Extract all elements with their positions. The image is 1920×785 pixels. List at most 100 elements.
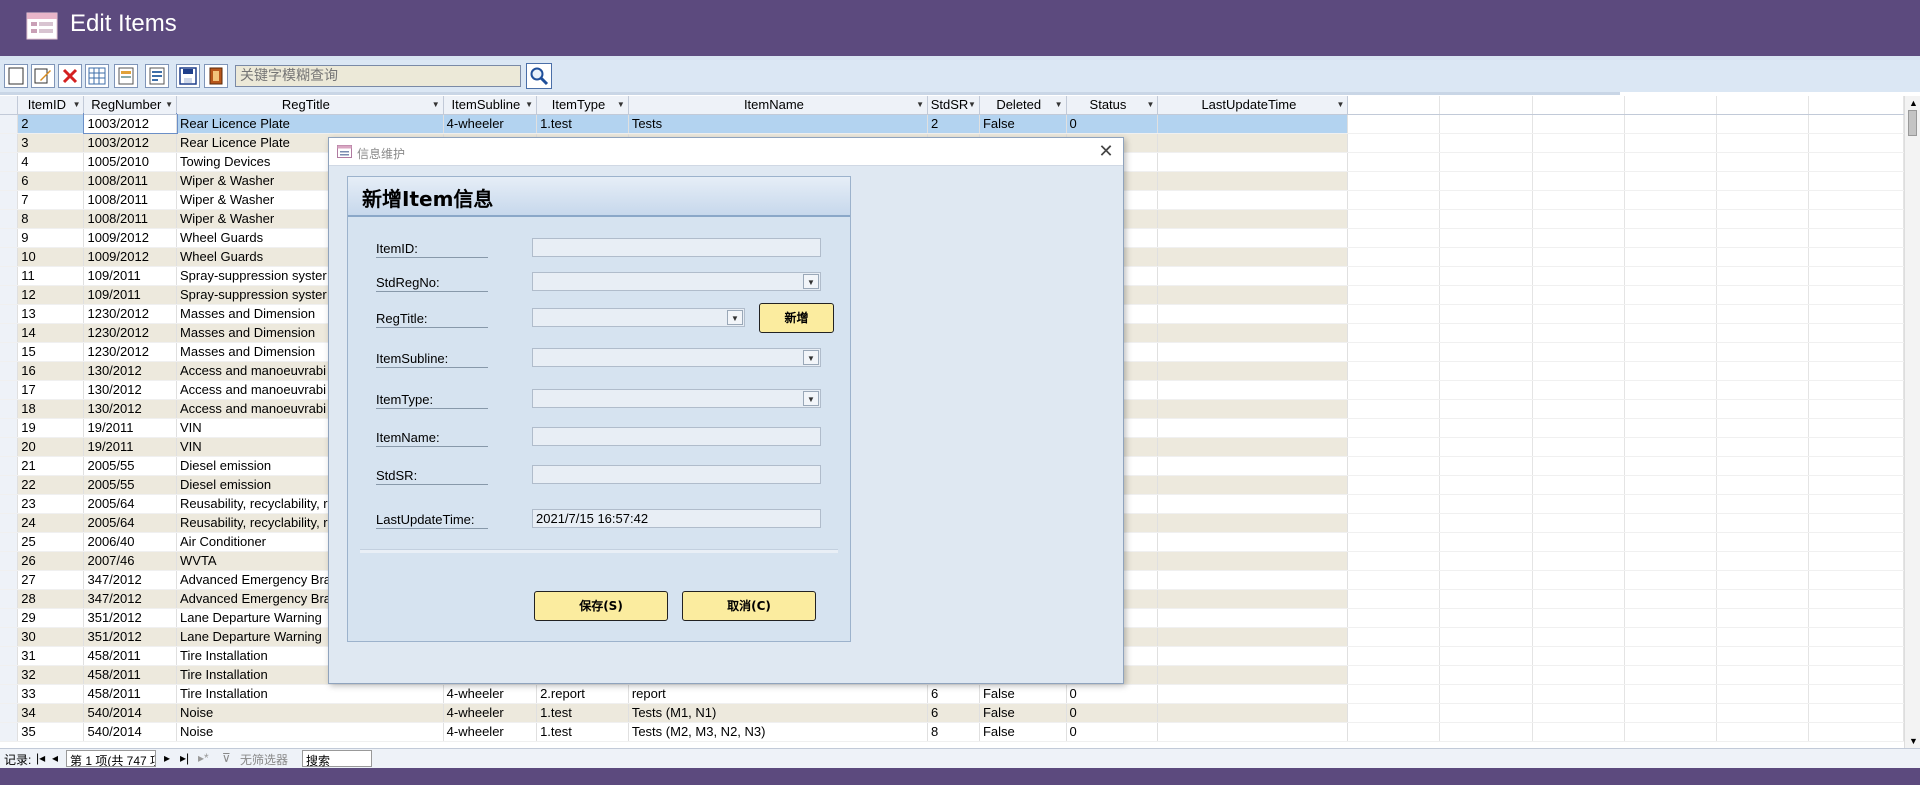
table-cell-itemtype[interactable]: 1.test [536, 722, 629, 742]
row-selector[interactable] [0, 475, 19, 495]
table-cell-itemid[interactable]: 12 [17, 285, 85, 305]
table-cell-lastupdatetime[interactable] [1157, 703, 1349, 723]
row-selector[interactable] [0, 703, 19, 723]
table-cell-regnumber[interactable]: 19/2011 [83, 437, 178, 457]
last-update-time-field[interactable] [532, 509, 821, 528]
table-cell-regnumber[interactable]: 1008/2011 [83, 171, 178, 191]
column-filter-dropdown-icon[interactable]: ▼ [617, 100, 625, 109]
row-selector[interactable] [0, 266, 19, 286]
table-cell-itemid[interactable]: 35 [17, 722, 85, 742]
row-selector[interactable] [0, 190, 19, 210]
column-header-itemid[interactable]: ItemID ▼ [17, 96, 85, 115]
row-selector[interactable] [0, 456, 19, 476]
table-cell-lastupdatetime[interactable] [1157, 494, 1349, 514]
table-cell-regnumber[interactable]: 2005/64 [83, 513, 178, 533]
chevron-down-icon[interactable]: ▼ [803, 274, 819, 289]
close-icon[interactable]: ✕ [1095, 140, 1117, 162]
row-selector[interactable] [0, 323, 19, 343]
table-cell-lastupdatetime[interactable] [1157, 532, 1349, 552]
table-cell-deleted[interactable]: False [979, 114, 1067, 134]
column-header-stdsr[interactable]: StdSR ▼ [927, 96, 980, 115]
std-sr-field[interactable] [532, 465, 821, 484]
table-cell-itemid[interactable]: 10 [17, 247, 85, 267]
row-selector[interactable] [0, 380, 19, 400]
table-cell-lastupdatetime[interactable] [1157, 475, 1349, 495]
table-cell-deleted[interactable]: False [979, 722, 1067, 742]
table-cell-lastupdatetime[interactable] [1157, 342, 1349, 362]
grid-view-icon[interactable] [85, 64, 109, 88]
table-cell-itemid[interactable]: 22 [17, 475, 85, 495]
table-cell-lastupdatetime[interactable] [1157, 570, 1349, 590]
report-icon[interactable] [145, 64, 169, 88]
row-selector[interactable] [0, 152, 19, 172]
table-cell-lastupdatetime[interactable] [1157, 646, 1349, 666]
table-cell-regnumber[interactable]: 1009/2012 [83, 228, 178, 248]
table-cell-regnumber[interactable]: 1008/2011 [83, 209, 178, 229]
column-header-itemsubline[interactable]: ItemSubline ▼ [443, 96, 538, 115]
table-cell-status[interactable]: 0 [1066, 114, 1159, 134]
table-cell-regnumber[interactable]: 19/2011 [83, 418, 178, 438]
table-cell-lastupdatetime[interactable] [1157, 304, 1349, 324]
table-cell-itemid[interactable]: 20 [17, 437, 85, 457]
table-cell-status[interactable]: 0 [1066, 684, 1159, 704]
table-row[interactable]: 33 458/2011 Tire Installation 4-wheeler 2.re… [0, 684, 1904, 704]
column-header-regnumber[interactable]: RegNumber ▼ [83, 96, 178, 115]
table-cell-lastupdatetime[interactable] [1157, 627, 1349, 647]
status-search-box[interactable]: 搜索 [302, 750, 372, 768]
column-filter-dropdown-icon[interactable]: ▼ [1336, 100, 1344, 109]
table-cell-lastupdatetime[interactable] [1157, 323, 1349, 343]
chevron-down-icon[interactable]: ▼ [803, 391, 819, 406]
save-button[interactable]: 保存(S) [534, 591, 668, 621]
table-cell-regnumber[interactable]: 1003/2012 [82, 113, 178, 134]
add-reg-title-button[interactable]: 新增 [759, 303, 834, 333]
table-cell-regtitle[interactable]: Noise [176, 722, 444, 742]
item-subline-select[interactable]: ▼ [532, 348, 821, 367]
table-cell-lastupdatetime[interactable] [1157, 380, 1349, 400]
cancel-button[interactable]: 取消(C) [682, 591, 816, 621]
table-cell-regnumber[interactable]: 1230/2012 [83, 342, 178, 362]
row-selector[interactable] [0, 209, 19, 229]
column-header-itemtype[interactable]: ItemType ▼ [536, 96, 629, 115]
row-selector[interactable] [0, 589, 19, 609]
table-cell-regnumber[interactable]: 1003/2012 [83, 133, 178, 153]
row-selector[interactable] [0, 684, 19, 704]
table-cell-regnumber[interactable]: 130/2012 [83, 380, 178, 400]
scroll-down-icon[interactable]: ▼ [1909, 736, 1918, 746]
save-icon[interactable] [176, 64, 200, 88]
table-cell-regnumber[interactable]: 347/2012 [83, 589, 178, 609]
table-cell-lastupdatetime[interactable] [1157, 152, 1349, 172]
table-cell-lastupdatetime[interactable] [1157, 228, 1349, 248]
table-cell-regnumber[interactable]: 351/2012 [83, 627, 178, 647]
table-cell-regnumber[interactable]: 1005/2010 [83, 152, 178, 172]
table-cell-regnumber[interactable]: 351/2012 [83, 608, 178, 628]
table-cell-itemid[interactable]: 31 [17, 646, 85, 666]
table-cell-itemsubline[interactable]: 4-wheeler [443, 722, 538, 742]
table-cell-lastupdatetime[interactable] [1157, 722, 1349, 742]
table-cell-regnumber[interactable]: 458/2011 [83, 665, 178, 685]
item-name-field[interactable] [532, 427, 821, 446]
last-record-icon[interactable]: ▸| [180, 751, 189, 765]
new-blank-record-icon[interactable]: ▸* [198, 751, 209, 765]
edit-record-icon[interactable] [31, 64, 55, 88]
column-header-deleted[interactable]: Deleted ▼ [979, 96, 1067, 115]
table-cell-itemid[interactable]: 4 [17, 152, 85, 172]
table-cell-regtitle[interactable]: Tire Installation [176, 684, 444, 704]
table-row[interactable]: 35 540/2014 Noise 4-wheeler 1.test Tests (M2,… [0, 722, 1904, 742]
table-cell-lastupdatetime[interactable] [1157, 456, 1349, 476]
no-filter-indicator[interactable]: 无筛选器 [240, 751, 288, 768]
table-cell-regnumber[interactable]: 2005/64 [83, 494, 178, 514]
table-cell-stdsr[interactable]: 6 [927, 684, 980, 704]
table-cell-stdsr[interactable]: 8 [927, 722, 980, 742]
table-cell-stdsr[interactable]: 2 [927, 114, 980, 134]
table-cell-regnumber[interactable]: 1230/2012 [83, 304, 178, 324]
row-selector[interactable] [0, 570, 19, 590]
search-button[interactable] [526, 63, 552, 89]
std-reg-no-select[interactable]: ▼ [532, 272, 821, 291]
item-id-field[interactable] [532, 238, 821, 257]
table-row[interactable]: 2 1003/2012 Rear Licence Plate 4-wheeler 1.t… [0, 113, 1904, 134]
first-record-icon[interactable]: |◂ [36, 751, 45, 765]
table-cell-regnumber[interactable]: 130/2012 [83, 361, 178, 381]
row-selector[interactable] [0, 494, 19, 514]
table-cell-lastupdatetime[interactable] [1157, 684, 1349, 704]
column-filter-dropdown-icon[interactable]: ▼ [968, 100, 976, 109]
